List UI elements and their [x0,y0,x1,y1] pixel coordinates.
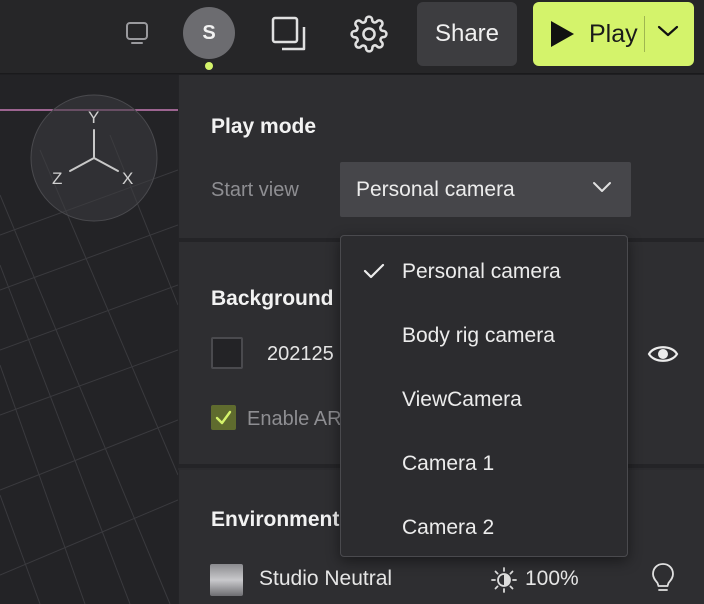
duplicate-icon[interactable] [268,14,310,54]
chevron-down-icon [592,180,612,199]
monitor-icon[interactable] [118,14,156,52]
start-view-label: Start view [211,179,299,201]
play-divider [644,16,645,52]
play-button[interactable]: Play [533,2,694,66]
lightbulb-icon[interactable] [651,562,675,601]
dropdown-option-label: Camera 1 [402,452,495,475]
play-icon [549,20,575,53]
dropdown-option-personal-camera[interactable]: Personal camera [341,240,627,296]
dropdown-option-label: Body rig camera [402,324,555,347]
background-item-name: 202125 [267,343,334,365]
start-view-dropdown-menu: Personal camera Body rig camera ViewCame… [340,235,628,557]
dropdown-option-camera-2[interactable]: Camera 2 [341,496,627,552]
environment-thumbnail[interactable] [210,564,243,596]
dropdown-option-viewcamera[interactable]: ViewCamera [341,368,627,424]
environment-intensity[interactable]: 100% [525,567,579,591]
background-item-checkbox[interactable] [211,337,243,369]
axis-z-label: Z [52,169,63,188]
dropdown-option-label: Camera 2 [402,516,495,539]
dropdown-option-label: ViewCamera [402,388,522,411]
check-icon [215,410,232,425]
share-button[interactable]: Share [417,2,517,66]
3d-viewport[interactable]: Y Z X [0,75,178,604]
axis-x-label: X [122,169,134,188]
gear-icon[interactable] [348,14,390,54]
top-toolbar: S Share Play [0,0,704,74]
share-label: Share [434,20,500,47]
play-mode-section: Play mode Start view Personal camera [178,75,704,238]
dropdown-option-camera-1[interactable]: Camera 1 [341,432,627,488]
environment-title: Environment [211,508,340,531]
avatar[interactable]: S [183,7,235,59]
start-view-value: Personal camera [356,178,515,201]
chevron-down-icon[interactable] [657,24,679,43]
check-icon [363,262,385,285]
enable-ar-label: Enable AR [247,408,342,430]
avatar-initial: S [202,21,216,44]
dropdown-option-label: Personal camera [402,260,561,283]
start-view-select[interactable]: Personal camera [340,162,631,217]
online-status-dot [205,62,213,70]
axis-y-label: Y [88,108,100,127]
sun-icon [491,567,517,598]
environment-name[interactable]: Studio Neutral [259,567,392,591]
enable-ar-checkbox[interactable] [211,405,236,430]
dropdown-option-body-rig-camera[interactable]: Body rig camera [341,304,627,360]
play-label: Play [589,20,638,48]
play-mode-title: Play mode [211,115,317,138]
eye-icon[interactable] [647,342,679,371]
viewport-grid [0,94,178,604]
background-title: Background [211,287,334,310]
